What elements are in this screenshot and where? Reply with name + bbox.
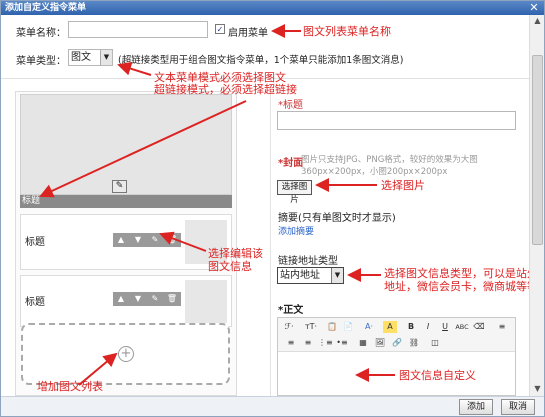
paste-icon[interactable]: 📋 bbox=[325, 321, 339, 333]
menu-type-label: 菜单类型： bbox=[16, 56, 66, 67]
menu-type-select[interactable]: 图文 ▼ bbox=[68, 49, 113, 66]
scroll-thumb[interactable] bbox=[532, 55, 543, 245]
dialog-title: 添加自定义指令菜单 bbox=[5, 3, 87, 13]
add-summary-link[interactable]: 添加摘要 bbox=[278, 224, 314, 237]
add-button[interactable]: 添加 bbox=[459, 399, 493, 415]
cancel-button[interactable]: 取消 bbox=[501, 399, 535, 415]
add-news-item-button[interactable]: + bbox=[21, 323, 230, 385]
edit-icon[interactable]: ✎ bbox=[148, 234, 162, 246]
paste-text-icon[interactable]: 📄 bbox=[341, 321, 355, 333]
scroll-down-icon[interactable]: ▼ bbox=[532, 384, 543, 394]
strike-icon[interactable]: ABC bbox=[455, 321, 469, 333]
list-item[interactable]: 标题 ▲ ▼ ✎ 🗑 bbox=[20, 214, 232, 270]
annotation-choose-image: 选择图片 bbox=[381, 179, 425, 192]
scroll-up-icon[interactable]: ▲ bbox=[532, 16, 543, 26]
unlink-icon[interactable]: ⛓ bbox=[407, 337, 421, 349]
font-size-icon[interactable]: ᴛT· bbox=[304, 321, 318, 333]
chevron-down-icon: ▼ bbox=[100, 50, 112, 65]
link-type-label: 链接地址类型 bbox=[278, 256, 338, 267]
list-item-title: 标题 bbox=[25, 237, 45, 248]
list-item[interactable]: 标题 ▲ ▼ ✎ 🗑 bbox=[20, 275, 232, 327]
font-color-icon[interactable]: A· bbox=[362, 321, 376, 333]
ordered-list-icon[interactable]: ⋮≡ bbox=[318, 337, 333, 349]
summary-label: 摘要(只有单图文时才显示) bbox=[278, 213, 396, 224]
list-item-toolbar: ▲ ▼ ✎ 🗑 bbox=[113, 233, 181, 247]
dialog-window: 添加自定义指令菜单 ✕ 菜单名称： ✓ 启用菜单 菜单类型： 图文 ▼ (超链接… bbox=[0, 0, 545, 417]
align-center-icon[interactable]: ≡ bbox=[284, 337, 298, 349]
close-icon[interactable]: ✕ bbox=[528, 2, 540, 14]
move-down-icon[interactable]: ▼ bbox=[131, 293, 145, 305]
delete-icon[interactable]: 🗑 bbox=[165, 234, 179, 246]
cover-hint: 图片只支持JPG、PNG格式，较好的效果为大图360px×200px，小图200… bbox=[301, 155, 478, 177]
bold-icon[interactable]: B bbox=[404, 321, 418, 333]
source-icon[interactable]: ◫ bbox=[428, 337, 442, 349]
link-icon[interactable]: 🔗 bbox=[390, 337, 404, 349]
editor-toolbar: ℱ· ᴛT· 📋 📄 A· A B I U ABC ⌫ ≡ ≡ ≡ ⋮≡ •≡ … bbox=[278, 318, 515, 352]
menu-name-input[interactable] bbox=[68, 21, 208, 38]
dialog-body: 菜单名称： ✓ 启用菜单 菜单类型： 图文 ▼ (超链接类型用于组合图文指令菜单… bbox=[1, 15, 529, 396]
bullet-list-icon[interactable]: •≡ bbox=[335, 337, 349, 349]
enable-menu-label: 启用菜单 bbox=[228, 28, 268, 39]
table-icon[interactable]: ▦ bbox=[356, 337, 370, 349]
annotation-body: 图文信息自定义 bbox=[399, 369, 476, 382]
align-right-icon[interactable]: ≡ bbox=[301, 337, 315, 349]
edit-icon[interactable]: ✎ bbox=[112, 180, 127, 193]
form-divider bbox=[270, 91, 271, 396]
annotation-add-list: 增加图文列表 bbox=[37, 380, 103, 393]
delete-icon[interactable]: 🗑 bbox=[165, 293, 179, 305]
dialog-footer: 添加 取消 bbox=[1, 396, 544, 416]
dialog-titlebar[interactable]: 添加自定义指令菜单 ✕ bbox=[1, 1, 544, 15]
edit-icon[interactable]: ✎ bbox=[148, 293, 162, 305]
plus-icon: + bbox=[118, 346, 134, 362]
annotation-link-type-1: 选择图文信息类型，可以是站外 bbox=[384, 267, 529, 280]
move-up-icon[interactable]: ▲ bbox=[114, 234, 128, 246]
image-icon[interactable]: 🖼 bbox=[373, 337, 387, 349]
link-type-select[interactable]: 站内地址 ▼ bbox=[277, 267, 344, 284]
italic-icon[interactable]: I bbox=[421, 321, 435, 333]
menu-type-hint: (超链接类型用于组合图文指令菜单，1个菜单只能添加1条图文消息) bbox=[118, 55, 404, 66]
list-item-thumb bbox=[185, 280, 227, 323]
vertical-scrollbar[interactable]: ▲ ▼ bbox=[529, 15, 544, 396]
rich-text-editor[interactable]: ℱ· ᴛT· 📋 📄 A· A B I U ABC ⌫ ≡ ≡ ≡ ⋮≡ •≡ … bbox=[277, 317, 516, 396]
menu-name-label: 菜单名称： bbox=[16, 28, 66, 39]
eraser-icon[interactable]: ⌫ bbox=[472, 321, 486, 333]
annotation-menu-name: 图文列表菜单名称 bbox=[303, 25, 391, 38]
annotation-edit-2: 图文信息 bbox=[208, 260, 252, 273]
arrow-to-menu-type bbox=[117, 61, 152, 76]
choose-image-button[interactable]: 选择图片 bbox=[277, 180, 312, 205]
annotation-edit-1: 选择编辑该 bbox=[208, 247, 263, 260]
annotation-link-type-2: 地址，微信会员卡，微商城等等 bbox=[384, 280, 529, 293]
underline-icon[interactable]: U bbox=[438, 321, 452, 333]
body-label: *正文 bbox=[278, 305, 304, 316]
annotation-menu-type-2: 超链接模式，必须选择超链接 bbox=[154, 83, 297, 96]
font-family-icon[interactable]: ℱ· bbox=[282, 321, 296, 333]
chevron-down-icon: ▼ bbox=[331, 268, 343, 283]
list-item-title: 标题 bbox=[25, 297, 45, 308]
title-label: *标题 bbox=[278, 100, 303, 111]
align-left-icon[interactable]: ≡ bbox=[495, 321, 509, 333]
highlight-icon[interactable]: A bbox=[383, 321, 397, 333]
cover-title-bar: 标题 bbox=[20, 195, 232, 208]
cover-label: *封面 bbox=[278, 158, 304, 169]
move-down-icon[interactable]: ▼ bbox=[131, 234, 145, 246]
list-item-toolbar: ▲ ▼ ✎ 🗑 bbox=[113, 292, 181, 306]
move-up-icon[interactable]: ▲ bbox=[114, 293, 128, 305]
enable-menu-checkbox[interactable]: ✓ bbox=[215, 24, 225, 34]
title-input[interactable] bbox=[277, 111, 516, 130]
